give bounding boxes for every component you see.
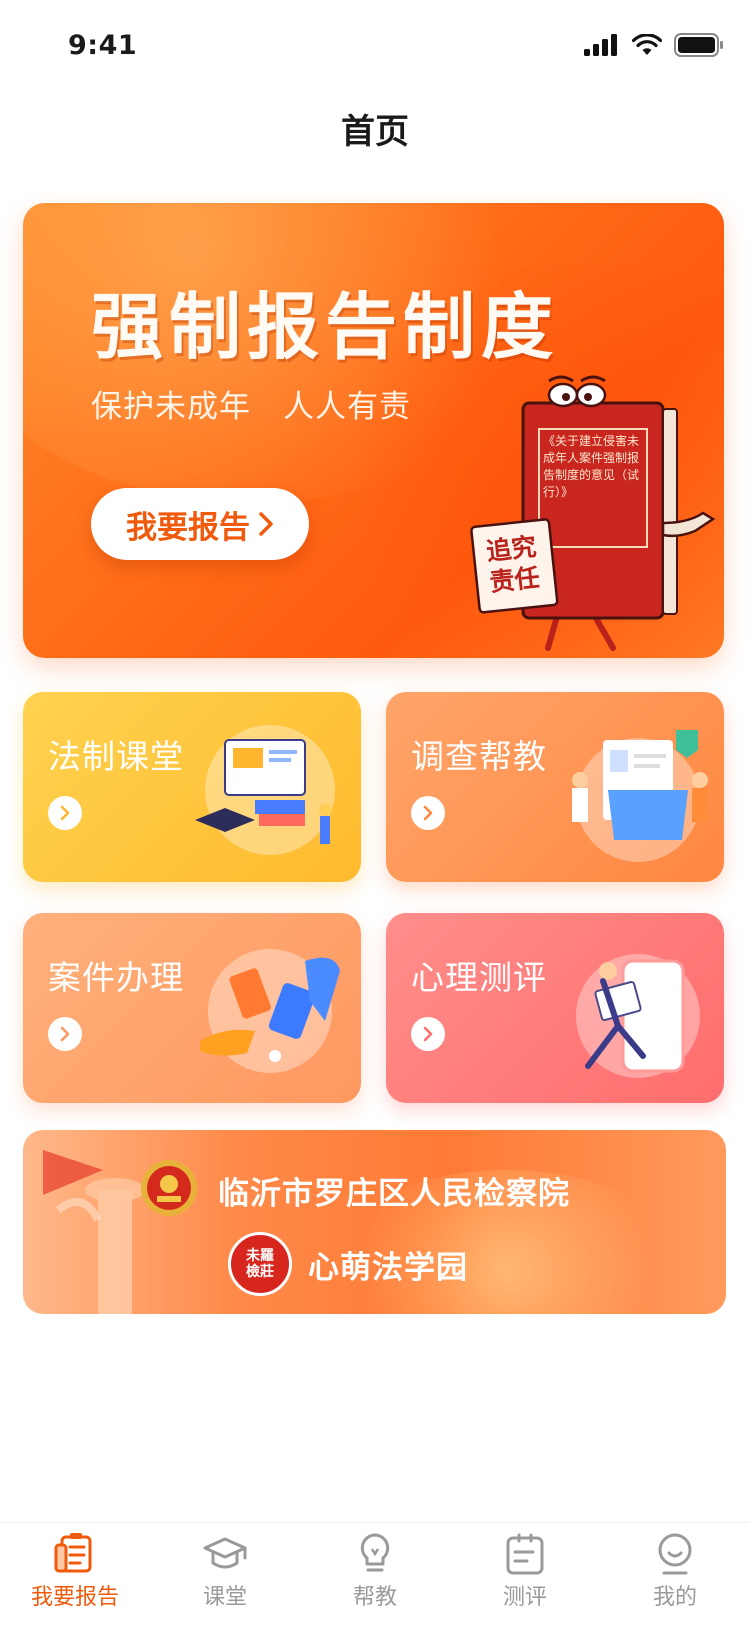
tab-label: 我要报告	[30, 1585, 119, 1610]
book-cover-text: 《关于建立侵害未成年人案件强制报告制度的意见（试行）》	[543, 434, 640, 499]
wifi-icon	[632, 34, 662, 55]
report-now-button-label: 我要报告	[126, 509, 250, 546]
tab-support[interactable]: 帮教	[300, 1523, 450, 1625]
status-time: 9:41	[68, 30, 138, 61]
chevron-right-icon	[259, 512, 273, 536]
lightbulb-icon	[360, 1533, 390, 1572]
bottom-tab-bar: 我要报告 课堂 帮教 测评 我的	[0, 1522, 750, 1625]
banner-title: 强制报告制度	[91, 285, 560, 369]
report-now-button[interactable]: 我要报告	[91, 488, 309, 560]
procuratorate-name: 临沂市罗庄区人民检察院	[218, 1176, 570, 1212]
card-title: 调查帮教	[411, 737, 547, 776]
investigation-support-card[interactable]: 调查帮教	[386, 692, 724, 882]
page-title: 首页	[341, 112, 409, 152]
card-arrow-button[interactable]	[48, 1017, 82, 1051]
battery-icon	[674, 33, 723, 57]
card-arrow-button[interactable]	[411, 1017, 445, 1051]
procuratorate-banner[interactable]: 临沂市罗庄区人民检察院 未羅檢莊 心萌法学园	[23, 1130, 726, 1314]
tab-label: 课堂	[202, 1585, 247, 1610]
card-title: 案件办理	[48, 958, 184, 997]
procuratorate-emblem-icon	[141, 1160, 197, 1216]
report-icon	[54, 1533, 92, 1573]
card-arrow-button[interactable]	[48, 796, 82, 830]
banner-subtitle: 保护未成年 人人有责	[91, 389, 411, 425]
accountability-sign-text: 追究责任	[485, 532, 542, 597]
tab-label: 帮教	[352, 1585, 397, 1610]
psychological-assessment-card[interactable]: 心理测评	[386, 913, 724, 1103]
card-arrow-button[interactable]	[411, 796, 445, 830]
chevron-right-icon	[423, 805, 433, 821]
card-title: 法制课堂	[48, 737, 184, 776]
case-handling-card[interactable]: 案件办理	[23, 913, 361, 1103]
chevron-right-icon	[60, 805, 70, 821]
legal-class-card[interactable]: 法制课堂	[23, 692, 361, 882]
chevron-right-icon	[423, 1026, 433, 1042]
status-icons	[584, 33, 724, 57]
tab-profile[interactable]: 我的	[600, 1523, 750, 1625]
card-title: 心理测评	[411, 958, 547, 997]
clipboard-icon	[506, 1533, 544, 1575]
sub-brand-name: 心萌法学园	[308, 1250, 468, 1286]
tab-label: 测评	[502, 1585, 547, 1610]
tab-report[interactable]: 我要报告	[0, 1523, 150, 1625]
investigation-illustration	[572, 730, 708, 862]
cellular-signal-icon	[584, 34, 617, 56]
tab-assessment[interactable]: 测评	[450, 1523, 600, 1625]
user-icon	[658, 1533, 692, 1575]
chevron-right-icon	[60, 1026, 70, 1042]
classroom-illustration	[195, 725, 335, 855]
status-bar: 9:41	[0, 0, 750, 96]
law-book-mascot-illustration	[470, 375, 716, 651]
case-handling-illustration	[200, 949, 340, 1073]
seal-text: 未羅檢莊	[246, 1248, 274, 1280]
graduation-cap-icon	[203, 1537, 247, 1569]
brand-seal-icon: 未羅檢莊	[228, 1232, 292, 1296]
tab-label: 我的	[652, 1585, 697, 1610]
tab-classroom[interactable]: 课堂	[150, 1523, 300, 1625]
mandatory-report-banner[interactable]: 强制报告制度 保护未成年 人人有责 我要报告 《关于建立侵害未成年人案件强制报告…	[23, 203, 724, 658]
assessment-illustration	[576, 954, 700, 1078]
